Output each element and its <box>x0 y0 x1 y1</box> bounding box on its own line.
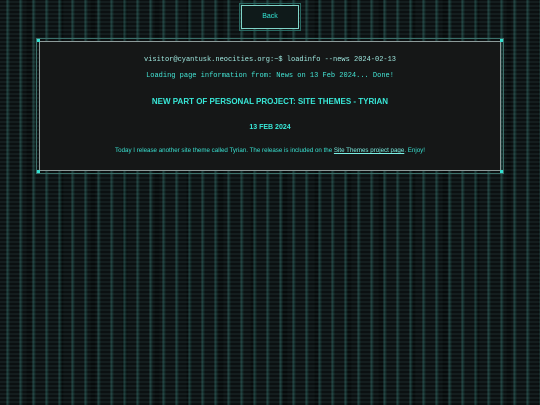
panel-corner-decoration <box>500 39 503 42</box>
panel-corner-decoration <box>37 170 40 173</box>
post-body: Today I release another site theme calle… <box>40 147 500 154</box>
post-title: NEW PART OF PERSONAL PROJECT: SITE THEME… <box>151 97 389 106</box>
terminal-loading-line: Loading page information from: News on 1… <box>146 72 394 80</box>
panel-corner-decoration <box>37 39 40 42</box>
terminal-command-line: visitor@cyantusk.neocities.org:~$ loadin… <box>143 56 397 64</box>
post-date: 13 FEB 2024 <box>249 124 291 131</box>
post-body-text-end: . Enjoy! <box>404 147 425 154</box>
terminal-panel: visitor@cyantusk.neocities.org:~$ loadin… <box>36 38 504 174</box>
panel-corner-decoration <box>500 170 503 173</box>
post-body-text: Today I release another site theme calle… <box>115 147 334 154</box>
back-button[interactable]: Back <box>239 3 301 31</box>
back-button-wrapper: Back <box>239 3 301 31</box>
site-themes-project-link[interactable]: Site Themes project page <box>334 147 404 154</box>
